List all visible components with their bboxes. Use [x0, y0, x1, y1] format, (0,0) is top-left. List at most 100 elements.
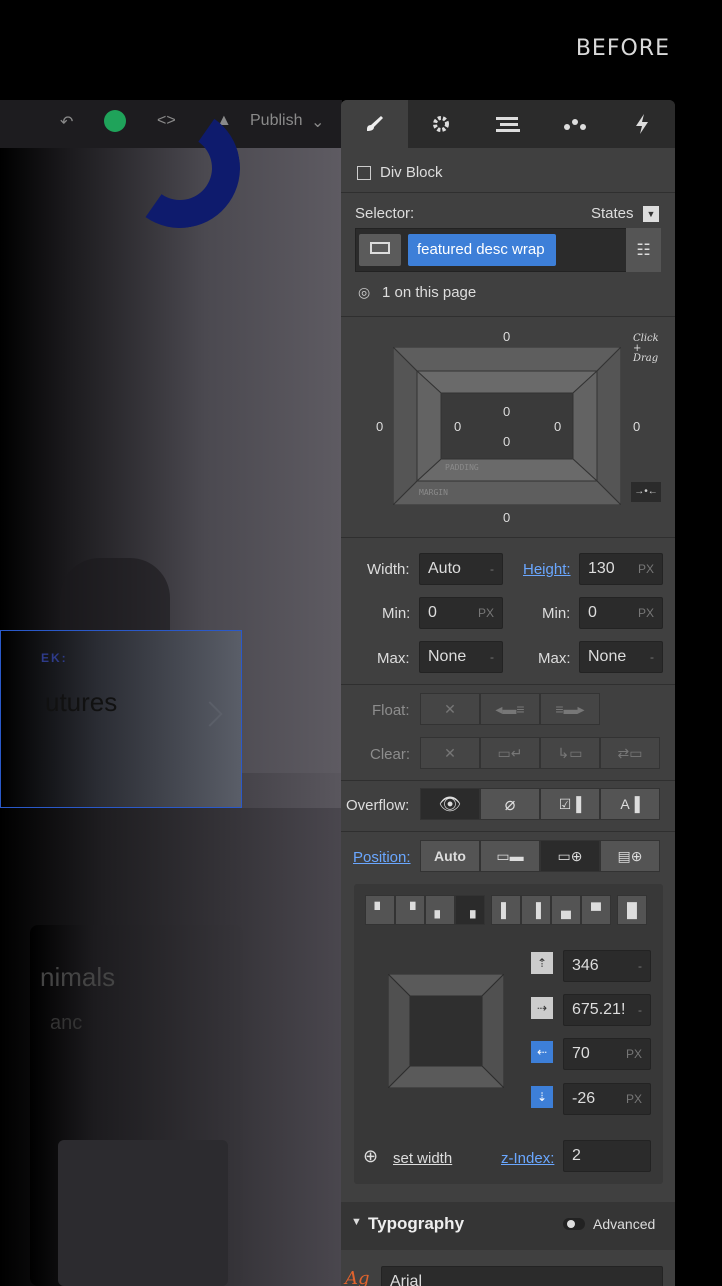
min-height-input[interactable]: 0 PX [579, 597, 663, 629]
top-offset-input[interactable]: 346- [563, 950, 651, 982]
font-family-select[interactable]: Arial [381, 1266, 663, 1286]
clear-label: Clear: [370, 746, 411, 763]
clear-both-button[interactable]: ⇄▭ [600, 737, 660, 769]
preset-left[interactable]: ▌ [491, 895, 521, 925]
click-drag-hint: Click + Drag [633, 333, 659, 364]
padding-left-value[interactable]: 0 [454, 419, 461, 434]
padding-bottom-value[interactable]: 0 [503, 434, 510, 449]
clear-right-button[interactable]: ↳▭ [540, 737, 600, 769]
advanced-label: Advanced [593, 1216, 656, 1232]
feature-tag: EK: [41, 651, 68, 665]
preset-top[interactable]: ▀ [581, 895, 611, 925]
scroll-icon: ☑▐ [558, 795, 582, 812]
featured-desc-wrap[interactable]: EK: utures [0, 630, 242, 808]
preset-right[interactable]: ▐ [521, 895, 551, 925]
z-index-label[interactable]: z-Index: [501, 1150, 554, 1167]
bottom-offset-input[interactable]: -26 PX [563, 1083, 651, 1115]
overflow-scroll-button[interactable]: ☑▐ [540, 788, 600, 820]
on-page-count: 1 on this page [382, 284, 477, 301]
max-height-label: Max: [538, 650, 571, 667]
eye-slash-icon: ⌀ [504, 793, 516, 814]
animal-card-title: nimals [40, 962, 116, 992]
typography-header[interactable]: ▼ Typography Advanced [341, 1202, 675, 1250]
width-label: Width: [367, 561, 410, 578]
clear-none-button[interactable]: ✕ [420, 737, 480, 769]
tab-navigator[interactable] [475, 100, 542, 148]
preset-bottom-left[interactable]: ▖ [425, 895, 455, 925]
chevron-right-icon[interactable] [197, 701, 223, 727]
preset-top-left[interactable]: ▘ [365, 895, 395, 925]
selector-menu-icon[interactable]: ☷ [626, 228, 661, 272]
tab-interactions[interactable] [541, 100, 608, 148]
brush-icon [367, 116, 384, 131]
advanced-toggle[interactable] [563, 1218, 585, 1230]
target-icon: ◎ [358, 284, 371, 300]
height-label[interactable]: Height: [523, 561, 571, 578]
fixed-icon: ▤⊕ [617, 847, 643, 864]
position-label[interactable]: Position: [353, 849, 411, 866]
margin-top-value[interactable]: 0 [503, 329, 510, 344]
animal-card-subtitle: anc [50, 1012, 83, 1034]
left-offset-input[interactable]: 675.21! - [563, 994, 651, 1026]
states-dropdown-icon[interactable]: ▼ [643, 206, 659, 222]
overflow-visible-button[interactable]: 👁 [420, 788, 480, 820]
right-offset-input[interactable]: 70 PX [563, 1038, 651, 1070]
device-button[interactable] [359, 234, 401, 266]
min-height-label: Min: [542, 605, 571, 622]
div-block-icon [357, 166, 371, 180]
expand-box-icon[interactable]: →•← [631, 482, 661, 502]
absolute-icon: ▭⊕ [557, 847, 583, 864]
tab-lightning[interactable] [608, 100, 675, 148]
eye-icon: 👁 [438, 793, 462, 814]
gear-icon [433, 116, 450, 132]
preset-bottom[interactable]: ▄ [551, 895, 581, 925]
preset-bottom-right[interactable]: ▗ [455, 895, 485, 925]
publish-button[interactable]: Publish [250, 112, 302, 130]
float-none-button[interactable]: ✕ [420, 693, 480, 725]
status-check-icon [104, 110, 126, 132]
tab-settings[interactable] [408, 100, 475, 148]
margin-left-value[interactable]: 0 [376, 419, 383, 434]
overflow-hidden-button[interactable]: ⌀ [480, 788, 540, 820]
position-relative-button[interactable]: ▭▬ [480, 840, 540, 872]
typography-title: Typography [368, 1214, 465, 1233]
margin-right-value[interactable]: 0 [633, 419, 640, 434]
position-absolute-button[interactable]: ▭⊕ [540, 840, 600, 872]
auto-scroll-icon: A▐ [620, 796, 640, 812]
preset-full[interactable]: █ [617, 895, 647, 925]
overflow-label: Overflow: [346, 797, 410, 814]
set-width-link[interactable]: set width [393, 1150, 452, 1167]
states-label[interactable]: States [591, 205, 634, 222]
margin-caption: MARGIN [419, 488, 448, 497]
overflow-auto-button[interactable]: A▐ [600, 788, 660, 820]
class-chip[interactable]: featured desc wrap [408, 234, 556, 266]
z-index-input[interactable]: 2 [563, 1140, 651, 1172]
width-input[interactable]: Auto - [419, 553, 503, 585]
box-model-editor[interactable]: PADDING MARGIN [393, 347, 621, 505]
position-auto-button[interactable]: Auto [420, 840, 480, 872]
padding-right-value[interactable]: 0 [554, 419, 561, 434]
chevron-down-icon[interactable]: ⌄ [311, 112, 324, 132]
clear-left-button[interactable]: ▭↵ [480, 737, 540, 769]
undo-icon[interactable]: ↶ [60, 112, 73, 132]
min-width-label: Min: [382, 605, 411, 622]
position-fixed-button[interactable]: ▤⊕ [600, 840, 660, 872]
padding-caption: PADDING [445, 463, 479, 472]
chevron-down-icon: ▼ [351, 1216, 362, 1228]
float-left-button[interactable]: ◂▬≡ [480, 693, 540, 725]
max-width-input[interactable]: None - [419, 641, 503, 673]
panel-tabs [341, 100, 675, 148]
style-panel: Div Block Selector: States ▼ featured de… [341, 100, 675, 1286]
min-width-input[interactable]: 0 PX [419, 597, 503, 629]
margin-bottom-value[interactable]: 0 [503, 510, 510, 525]
padding-top-value[interactable]: 0 [503, 404, 510, 419]
height-input[interactable]: 130 PX [579, 553, 663, 585]
drops-icon [563, 119, 586, 130]
max-height-input[interactable]: None - [579, 641, 663, 673]
preset-top-right[interactable]: ▝ [395, 895, 425, 925]
font-icon: Ag [345, 1268, 370, 1286]
position-presets: ▘ ▝ ▖ ▗ ▌ ▐ ▄ ▀ █ [365, 895, 647, 925]
tab-style[interactable] [341, 100, 408, 148]
float-right-button[interactable]: ≡▬▸ [540, 693, 600, 725]
position-offset-box[interactable] [388, 974, 504, 1088]
